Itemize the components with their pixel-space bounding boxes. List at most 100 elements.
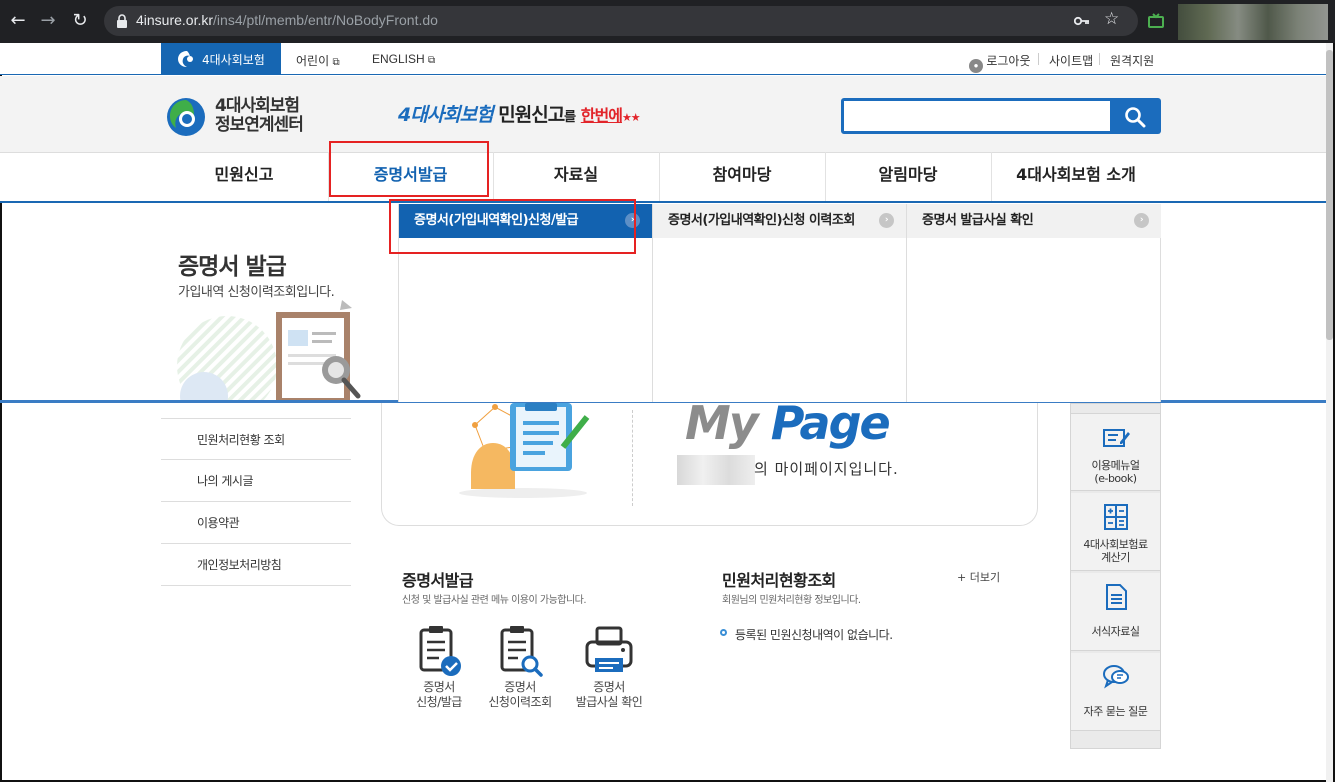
quick-menu-label: 자주 묻는 질문 [1071,705,1160,718]
reload-icon[interactable]: ↻ [68,9,92,33]
quick-menu-line1: 4대사회보험료 [1083,538,1148,551]
slogan-particle: 를 [564,110,576,125]
divider [1038,53,1039,65]
page-title: 증명서 발급 [178,254,287,280]
blurred-username [677,455,755,485]
quick-menu-line2: 계산기 [1101,551,1130,564]
dropdown-item-verify[interactable]: 증명서 발급사실 확인 › [907,204,1161,238]
remote-support-link[interactable]: 원격지원 [1110,52,1154,69]
sitemap-link[interactable]: 사이트맵 [1049,52,1093,69]
cert-section-title: 증명서발급 [402,571,474,590]
key-icon[interactable] [1074,14,1090,28]
extension-icon[interactable] [1147,12,1165,30]
mypage-title-page: Page [770,396,891,450]
new-window-icon: ⧉ [428,55,436,66]
quick-label-line2: 신청이력조회 [488,695,552,709]
back-icon[interactable]: ← [6,9,30,33]
edit-document-icon [1103,429,1130,447]
quick-cert-history[interactable]: 증명서 신청이력조회 [484,624,556,710]
quick-menu-label: 이용메뉴얼 (e-book) [1071,459,1160,485]
blurred-profile-area [1178,4,1328,40]
home-tab[interactable]: 4대사회보험 [161,43,281,75]
lock-icon: ● [969,59,983,73]
quick-cert-verify[interactable]: 증명서 발급사실 확인 [568,624,650,710]
gnb-item-certificate[interactable]: 증명서발급 [328,152,493,201]
forward-icon[interactable]: → [36,9,60,33]
dropdown-item-label: 증명서(가입내역확인)신청/발급 [414,213,579,228]
chevron-right-icon: › [625,213,640,228]
lnb-link-privacy[interactable]: 개인정보처리방침 [161,544,351,586]
calculator-icon [1104,504,1128,530]
mypage-title-my: My [685,396,759,450]
divider [1099,53,1100,65]
quick-label-line2: 신청/발급 [416,695,462,709]
more-link[interactable]: + 더보기 [957,569,1000,585]
chat-bubble-icon [1103,665,1129,689]
divider [632,410,633,506]
lnb-link-status[interactable]: 민원처리현황 조회 [161,418,351,460]
lock-icon [117,14,127,28]
dropdown-column: 증명서(가입내역확인)신청/발급 › [399,204,653,402]
certificate-illustration [177,300,361,400]
mypage-title: My Page [685,396,891,450]
cert-section-subtitle: 신청 및 발급사실 관련 메뉴 이용이 가능합니다. [402,595,587,606]
lnb-link-my-posts[interactable]: 나의 게시글 [161,460,351,502]
mypage-description: 의 마이페이지입니다. [754,460,899,478]
gnb-item-participation[interactable]: 참여마당 [659,152,825,201]
address-bar[interactable]: 4insure.or.kr/ins4/ptl/memb/entr/NoBodyF… [104,6,1138,36]
url-text: 4insure.or.kr/ins4/ptl/memb/entr/NoBodyF… [136,12,438,28]
logo-line-2: 정보연계센터 [215,115,304,135]
scrollbar-thumb[interactable] [1326,50,1333,340]
gnb-item-library[interactable]: 자료실 [493,152,659,201]
site-logo-icon [178,51,193,67]
quick-label-line1: 증명서 [593,680,625,694]
chevron-right-icon: › [1134,213,1149,228]
lnb-link-terms[interactable]: 이용약관 [161,502,351,544]
chevron-right-icon: › [879,213,894,228]
new-window-icon: ⧉ [332,57,340,68]
document-check-icon [419,626,461,676]
printer-icon [585,626,633,672]
bullet-icon [720,629,727,636]
quick-cert-apply[interactable]: 증명서 신청/발급 [404,624,474,710]
quick-menu-manual[interactable]: 이용메뉴얼 (e-book) [1071,413,1160,491]
search-input[interactable] [841,98,1113,134]
status-empty-text: 등록된 민원신청내역이 없습니다. [735,628,893,642]
search-icon [1125,107,1146,128]
mypage-illustration [459,403,590,498]
dropdown-item-label: 증명서 발급사실 확인 [922,213,1034,228]
quick-menu-faq[interactable]: 자주 묻는 질문 [1071,653,1160,731]
site-logo-icon[interactable] [165,96,207,138]
stars-icon: ★★ [621,111,641,124]
gnb-item-civil[interactable]: 민원신고 [160,152,328,201]
search-button[interactable] [1110,98,1161,134]
document-icon [1106,584,1127,610]
bookmark-star-icon[interactable]: ☆ [1104,9,1119,29]
site-logo-text[interactable]: 4대사회보험 정보연계센터 [215,96,304,135]
quick-menu-forms[interactable]: 서식자료실 [1071,573,1160,651]
gnb-item-notice[interactable]: 알림마당 [825,152,991,201]
kids-link[interactable]: 어린이 ⧉ [296,52,340,69]
slogan-brand: 4대사회보험 [398,104,494,126]
dropdown-column: 증명서(가입내역확인)신청 이력조회 › [653,204,907,402]
quick-menu-label: 서식자료실 [1071,625,1160,638]
logout-link[interactable]: ● 로그아웃 [969,52,1031,73]
slogan-main: 민원신고 [498,104,565,126]
quick-menu-line1: 자주 묻는 질문 [1083,705,1148,718]
quick-label-line1: 증명서 [504,680,536,694]
status-section-title: 민원처리현황조회 [722,571,836,590]
dropdown-item-history[interactable]: 증명서(가입내역확인)신청 이력조회 › [653,204,906,238]
english-link[interactable]: ENGLISH ⧉ [372,52,435,66]
status-section-subtitle: 회원님의 민원처리현황 정보입니다. [722,595,861,606]
quick-label-line1: 증명서 [423,680,455,694]
quick-menu-calculator[interactable]: 4대사회보험료 계산기 [1071,493,1160,571]
dropdown-column: 증명서 발급사실 확인 › [907,204,1161,402]
gnb-item-about[interactable]: 4대사회보험 소개 [991,152,1161,201]
logo-line-1: 4대사회보험 [215,96,300,116]
browser-toolbar: ← → ↻ 4insure.or.kr/ins4/ptl/memb/entr/N… [0,0,1335,43]
header-slogan: 4대사회보험 민원신고를 한번에★★ [398,100,641,127]
dropdown-item-label: 증명서(가입내역확인)신청 이력조회 [668,213,855,228]
dropdown-item-apply[interactable]: 증명서(가입내역확인)신청/발급 › [399,204,652,238]
quick-menu-line2: (e-book) [1094,472,1137,485]
quick-label-line2: 발급사실 확인 [575,695,643,709]
